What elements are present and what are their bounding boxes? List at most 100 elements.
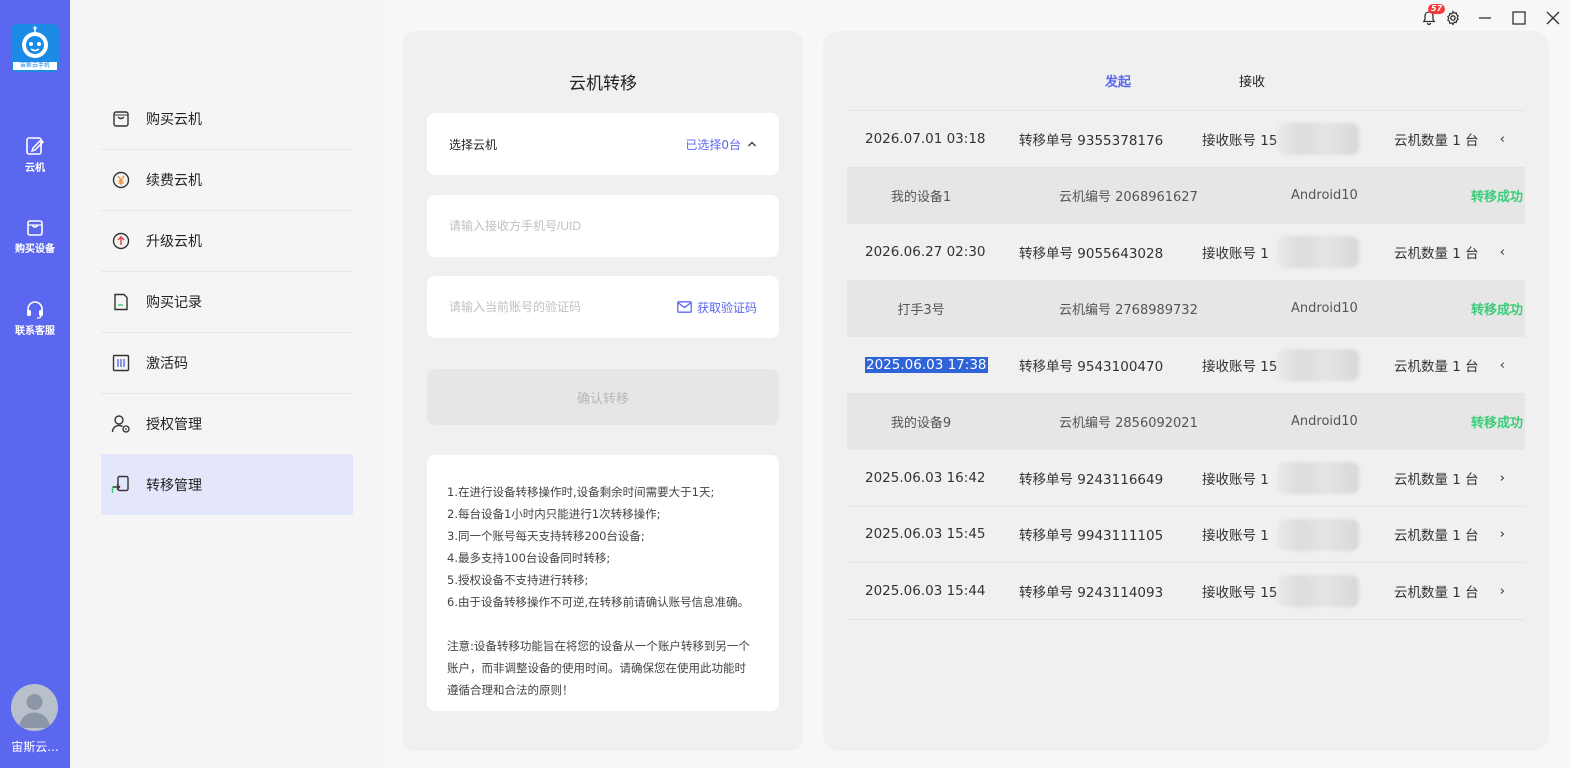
record-count: 云机数量 1 台 bbox=[1394, 245, 1479, 262]
rail-item-cloud[interactable]: 云机 bbox=[0, 135, 70, 174]
menu-item-purchase-records[interactable]: 购买记录 bbox=[101, 272, 353, 333]
user-name: 宙斯云... bbox=[11, 740, 59, 754]
rail-item-label: 云机 bbox=[25, 163, 45, 174]
mail-icon bbox=[677, 301, 692, 313]
logo-caption: 宙斯云手机 bbox=[13, 62, 57, 70]
record-datetime: 2026.06.27 02:30 bbox=[865, 243, 986, 260]
redacted-account-mask bbox=[1277, 518, 1359, 551]
user-avatar-icon bbox=[19, 694, 50, 728]
menu-item-buy-cloud[interactable]: 购买云机 bbox=[101, 89, 353, 150]
notification-button[interactable]: 57 bbox=[1412, 4, 1446, 30]
cloud-id: 云机编号 2768989732 bbox=[1059, 303, 1198, 319]
record-count: 云机数量 1 台 bbox=[1394, 358, 1479, 375]
record-count: 云机数量 1 台 bbox=[1394, 584, 1479, 601]
confirm-transfer-button[interactable]: 确认转移 bbox=[427, 369, 779, 425]
chevron-left-icon[interactable]: ‹ bbox=[1500, 244, 1505, 260]
user-lock-icon bbox=[111, 415, 130, 433]
left-rail: 宙斯云手机 云机 购买设备 联系客服 宙斯云... bbox=[0, 0, 70, 768]
menu-item-label: 升级云机 bbox=[146, 234, 202, 250]
minimize-button[interactable] bbox=[1468, 6, 1502, 30]
chevron-up-icon bbox=[748, 141, 756, 147]
record-detail-row: 打手3号 云机编号 2768989732 Android10 转移成功 bbox=[847, 280, 1525, 337]
rule-line: 6.由于设备转移操作不可逆,在转移前请确认账号信息准确。 bbox=[447, 595, 750, 609]
record-count: 云机数量 1 台 bbox=[1394, 132, 1479, 149]
record-account: 接收账号 1 bbox=[1202, 245, 1269, 262]
rule-line: 3.同一个账号每天支持转移200台设备; bbox=[447, 529, 645, 543]
app-logo: 宙斯云手机 bbox=[11, 24, 59, 72]
notice-line: 遵循合理和合法的原则！ bbox=[447, 683, 574, 697]
avatar[interactable] bbox=[11, 684, 58, 731]
chevron-left-icon[interactable]: ‹ bbox=[1500, 357, 1505, 373]
record-order-number: 转移单号 9243116649 bbox=[1019, 471, 1164, 488]
minimize-icon bbox=[1479, 17, 1491, 19]
rule-line: 2.每台设备1小时内只能进行1次转移操作; bbox=[447, 507, 661, 521]
record-count: 云机数量 1 台 bbox=[1394, 471, 1479, 488]
record-datetime: 2025.06.03 17:38 bbox=[865, 356, 988, 373]
selected-prefix: 已选择 bbox=[685, 137, 722, 152]
menu-item-label: 购买记录 bbox=[146, 295, 202, 311]
barcode-icon bbox=[112, 354, 130, 372]
cloud-id: 云机编号 2068961627 bbox=[1059, 190, 1198, 206]
get-code-button[interactable]: 获取验证码 bbox=[677, 299, 757, 316]
record-count: 云机数量 1 台 bbox=[1394, 528, 1479, 545]
notice-line: 账户，而非调整设备的使用时间。请确保您在使用此功能时 bbox=[447, 661, 746, 675]
record-datetime: 2025.06.03 16:42 bbox=[865, 469, 986, 486]
record-order-number: 转移单号 9243114093 bbox=[1019, 584, 1164, 601]
verification-code-input[interactable] bbox=[449, 300, 677, 314]
receiver-input[interactable] bbox=[449, 219, 757, 233]
menu-item-activation-code[interactable]: 激活码 bbox=[101, 333, 353, 394]
chevron-right-icon[interactable]: › bbox=[1500, 470, 1505, 486]
record-tabs: 发起 接收 bbox=[823, 71, 1549, 95]
submenu: 购买云机 续费云机 升级云机 购买记录 激活码 授权管理 转移管理 bbox=[70, 0, 383, 768]
rail-item-buy-device[interactable]: 购买设备 bbox=[0, 216, 70, 255]
record-order-number: 转移单号 9355378176 bbox=[1019, 132, 1164, 149]
record-datetime: 2025.06.03 15:44 bbox=[865, 582, 986, 599]
get-code-label: 获取验证码 bbox=[696, 300, 757, 315]
os-version: Android10 bbox=[1291, 188, 1358, 204]
close-button[interactable] bbox=[1536, 6, 1570, 30]
record-row[interactable]: 2026.07.01 03:18 转移单号 9355378176 接收账号 15… bbox=[847, 111, 1525, 168]
selected-suffix: 台 bbox=[728, 137, 741, 152]
menu-item-label: 授权管理 bbox=[146, 417, 202, 433]
close-icon bbox=[1546, 11, 1560, 25]
window-controls: 57 bbox=[1412, 4, 1570, 30]
status-badge: 转移成功 bbox=[1470, 190, 1523, 206]
rule-line: 5.授权设备不支持进行转移; bbox=[447, 573, 589, 587]
record-datetime: 2026.07.01 03:18 bbox=[865, 130, 986, 147]
record-row[interactable]: 2026.06.27 02:30 转移单号 9055643028 接收账号 1 … bbox=[847, 224, 1525, 281]
record-row[interactable]: 2025.06.03 17:38 转移单号 9543100470 接收账号 15… bbox=[847, 337, 1525, 394]
menu-item-transfer[interactable]: 转移管理 bbox=[101, 454, 353, 515]
redacted-account-mask bbox=[1277, 123, 1359, 155]
device-name: 我的设备1 bbox=[890, 190, 952, 206]
selected-count: 0 bbox=[721, 137, 729, 152]
record-account: 接收账号 1 bbox=[1202, 528, 1269, 545]
chevron-right-icon[interactable]: › bbox=[1500, 526, 1505, 542]
menu-item-renew-cloud[interactable]: 续费云机 bbox=[101, 150, 353, 211]
selected-count-dropdown[interactable]: 已选择0台 bbox=[685, 136, 757, 153]
tab-received[interactable]: 接收 bbox=[1239, 71, 1265, 90]
notification-badge: 57 bbox=[1428, 4, 1446, 14]
rail-item-label: 联系客服 bbox=[15, 326, 55, 337]
record-row[interactable]: 2025.06.03 15:45 转移单号 9943111105 接收账号 1 … bbox=[847, 507, 1525, 563]
maximize-button[interactable] bbox=[1502, 6, 1536, 30]
menu-item-upgrade-cloud[interactable]: 升级云机 bbox=[101, 211, 353, 272]
rail-item-support[interactable]: 联系客服 bbox=[0, 298, 70, 337]
menu-item-authorization[interactable]: 授权管理 bbox=[101, 394, 353, 455]
record-row[interactable]: 2025.06.03 15:44 转移单号 9243114093 接收账号 15… bbox=[847, 563, 1525, 620]
record-datetime: 2025.06.03 15:45 bbox=[865, 526, 986, 543]
maximize-icon bbox=[1512, 11, 1526, 25]
tab-initiated[interactable]: 发起 bbox=[1105, 71, 1131, 90]
record-detail-row: 我的设备9 云机编号 2856092021 Android10 转移成功 bbox=[847, 393, 1525, 450]
transfer-icon bbox=[111, 475, 129, 493]
redacted-account-mask bbox=[1277, 349, 1359, 381]
record-account: 接收账号 15 bbox=[1202, 584, 1278, 601]
chevron-left-icon[interactable]: ‹ bbox=[1500, 131, 1505, 147]
device-name: 打手3号 bbox=[897, 303, 945, 319]
os-version: Android10 bbox=[1291, 301, 1358, 317]
os-version: Android10 bbox=[1291, 414, 1358, 430]
chevron-right-icon[interactable]: › bbox=[1500, 583, 1505, 599]
rule-line: 1.在进行设备转移操作时,设备剩余时间需要大于1天; bbox=[447, 485, 715, 499]
select-cloud-row[interactable]: 选择云机 已选择0台 bbox=[427, 113, 779, 175]
redacted-account-mask bbox=[1277, 236, 1359, 268]
record-row[interactable]: 2025.06.03 16:42 转移单号 9243116649 接收账号 1 … bbox=[847, 450, 1525, 507]
